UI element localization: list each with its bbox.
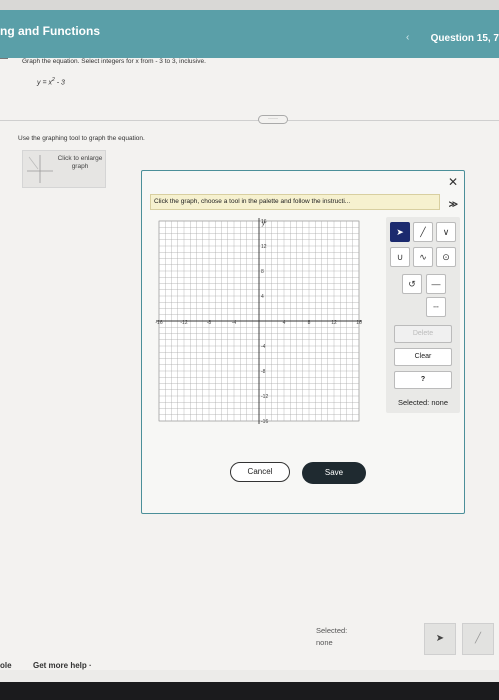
line-tool-icon[interactable]: ╱ (413, 222, 433, 242)
bottom-toolbar: ➤ ╱ (424, 623, 496, 657)
dashed-line-style-icon[interactable]: ┄ (426, 297, 446, 317)
section-divider (0, 120, 499, 121)
question-indicator[interactable]: Question 15, 7 (431, 33, 499, 44)
bottom-bar (0, 682, 499, 700)
y-tick-label: -12 (261, 394, 268, 400)
tool-palette: ➤ ╱ ∨ ∪ ∿ ⊙ ↺ — ┄ Delete Clear ? Selecte… (386, 217, 460, 413)
close-icon[interactable]: ✕ (448, 175, 458, 189)
get-more-help-link[interactable]: Get more help · (33, 661, 92, 670)
graph-area[interactable]: y -16 -12 -8 -4 4 8 12 16 16 12 8 4 -4 -8 -12 -16 (154, 216, 364, 426)
solid-line-style-icon[interactable]: — (426, 274, 446, 294)
help-button[interactable]: ? (394, 371, 452, 389)
y-tick-label: 8 (261, 269, 264, 275)
x-tick-label: 8 (308, 320, 311, 326)
bottom-selected-value: none (316, 638, 333, 647)
y-tick-label: -4 (261, 344, 266, 350)
line-icon[interactable]: ╱ (462, 623, 494, 655)
bottom-selected-label: Selected: (316, 626, 348, 635)
equation-lhs: y = x (37, 79, 52, 87)
graph-thumbnail[interactable]: Click to enlarge graph (22, 150, 106, 188)
graph-thumbnail-icon (27, 155, 53, 183)
pointer-icon[interactable]: ➤ (424, 623, 456, 655)
y-tick-label: 12 (261, 244, 267, 250)
vertex-angle-tool-icon[interactable]: ∨ (436, 222, 456, 242)
equation-rhs: - 3 (54, 79, 65, 87)
x-tick-label: -8 (207, 320, 212, 326)
previous-question-icon[interactable]: ‹ (406, 32, 409, 43)
select-pointer-icon[interactable]: ➤ (390, 222, 410, 242)
page-title: ng and Functions (0, 24, 100, 38)
x-tick-label: -4 (232, 320, 237, 326)
expand-section-button[interactable]: ····· (258, 115, 288, 124)
cancel-button[interactable]: Cancel (230, 462, 290, 482)
x-tick-label: -16 (155, 320, 162, 326)
y-tick-label: -8 (261, 369, 266, 375)
curve-tool-icon[interactable]: ∿ (413, 247, 433, 267)
enlarge-graph-label: Click to enlarge graph (57, 155, 103, 170)
y-tick-label: 4 (261, 294, 264, 300)
save-button[interactable]: Save (302, 462, 366, 484)
tool-prompt: Use the graphing tool to graph the equat… (18, 135, 145, 142)
delete-button[interactable]: Delete (394, 325, 452, 343)
circle-tool-icon[interactable]: ⊙ (436, 247, 456, 267)
problem-equation: y = x2 - 3 (37, 77, 65, 86)
graph-canvas[interactable]: y-16 -12 -8 -4 4 8 12 16161284-4-8-12-16 (154, 216, 364, 426)
bottom-selected-status: Selected: none (316, 625, 347, 649)
header-bar: ng and Functions ‹ Question 15, 7 (0, 10, 499, 58)
x-tick-label: 16 (356, 320, 362, 326)
dialog-instruction: Click the graph, choose a tool in the pa… (150, 194, 440, 210)
graphing-dialog: ✕ ≫ Click the graph, choose a tool in th… (141, 170, 465, 514)
y-tick-label: 16 (261, 219, 267, 225)
problem-instruction: Graph the equation. Select integers for … (22, 58, 206, 65)
top-strip (0, 0, 499, 10)
y-tick-label: -16 (261, 419, 268, 425)
x-tick-label: 12 (331, 320, 337, 326)
left-tick (0, 58, 8, 59)
parabola-tool-icon[interactable]: ∪ (390, 247, 410, 267)
selected-status: Selected: none (397, 398, 449, 407)
footer-left-text: ole (0, 661, 12, 670)
exponential-tool-icon[interactable]: ↺ (402, 274, 422, 294)
clear-button[interactable]: Clear (394, 348, 452, 366)
x-tick-label: 4 (283, 320, 286, 326)
x-tick-label: -12 (180, 320, 187, 326)
expand-icon[interactable]: ≫ (449, 199, 458, 210)
